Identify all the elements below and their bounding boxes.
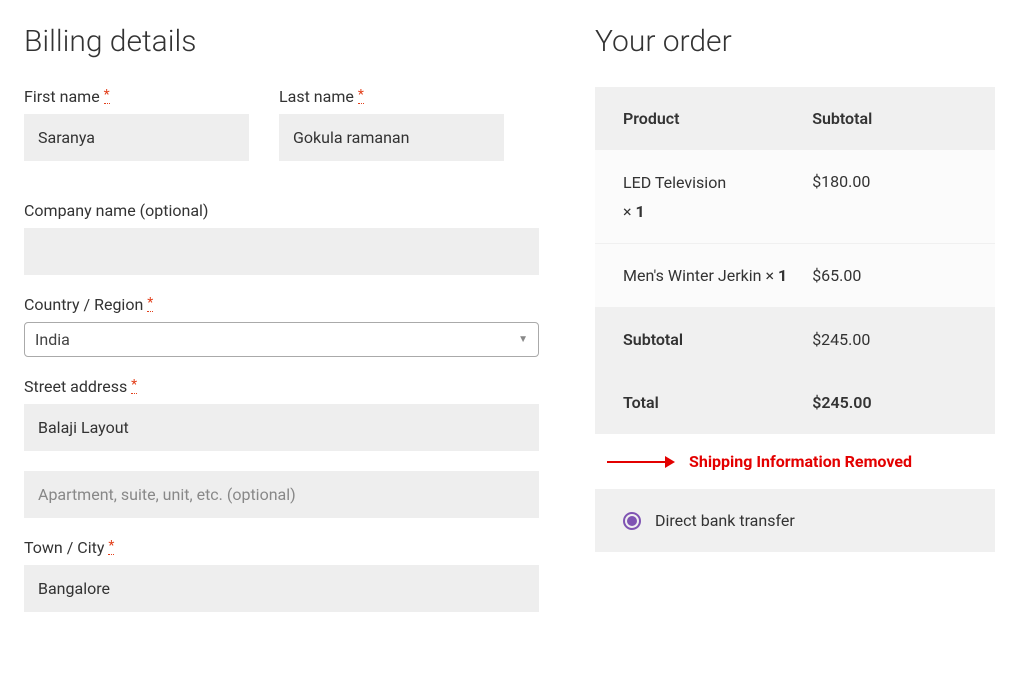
arrow-right-icon xyxy=(605,454,675,470)
street-address-input-2[interactable] xyxy=(24,471,539,518)
order-total-row: Total $245.00 xyxy=(595,371,995,434)
country-label: Country / Region * xyxy=(24,295,539,314)
country-select[interactable]: India ▼ xyxy=(24,322,539,357)
required-asterisk: * xyxy=(131,377,137,394)
order-item-qty: × 1 xyxy=(765,266,787,285)
last-name-label-text: Last name xyxy=(279,87,354,106)
order-total-value: $245.00 xyxy=(812,393,967,412)
required-asterisk: * xyxy=(147,295,153,312)
order-item-product: Men's Winter Jerkin × 1 xyxy=(623,266,812,285)
country-select-wrapper: India ▼ xyxy=(24,322,539,357)
annotation-text: Shipping Information Removed xyxy=(689,452,912,471)
country-label-text: Country / Region xyxy=(24,295,143,314)
order-table: Product Subtotal LED Television × 1 $180… xyxy=(595,87,995,434)
order-item-row: Men's Winter Jerkin × 1 $65.00 xyxy=(595,244,995,308)
last-name-input[interactable] xyxy=(279,114,504,161)
order-header-subtotal: Subtotal xyxy=(812,109,967,128)
street-address-label: Street address * xyxy=(24,377,539,396)
payment-methods-box: Direct bank transfer xyxy=(595,489,995,552)
your-order-section: Your order Product Subtotal LED Televisi… xyxy=(595,24,995,632)
city-label: Town / City * xyxy=(24,538,539,557)
order-item-price: $180.00 xyxy=(812,172,967,221)
city-label-text: Town / City xyxy=(24,538,104,557)
last-name-label: Last name * xyxy=(279,87,504,106)
chevron-down-icon: ▼ xyxy=(518,334,528,345)
street-address-2-group xyxy=(24,471,539,518)
order-header-row: Product Subtotal xyxy=(595,87,995,150)
city-group: Town / City * xyxy=(24,538,539,612)
order-item-name: LED Television xyxy=(623,172,812,194)
order-item-product: LED Television × 1 xyxy=(623,172,812,221)
country-group: Country / Region * India ▼ xyxy=(24,295,539,357)
first-name-group: First name * xyxy=(24,87,249,161)
billing-heading: Billing details xyxy=(24,24,539,59)
first-name-input[interactable] xyxy=(24,114,249,161)
payment-option-direct-bank[interactable]: Direct bank transfer xyxy=(623,511,967,530)
required-asterisk: * xyxy=(358,87,364,104)
last-name-group: Last name * xyxy=(279,87,504,161)
order-subtotal-value: $245.00 xyxy=(812,330,967,349)
radio-dot xyxy=(627,516,637,526)
order-heading: Your order xyxy=(595,24,995,59)
billing-details-section: Billing details First name * Last name *… xyxy=(24,24,539,632)
payment-option-label: Direct bank transfer xyxy=(655,511,795,530)
street-address-label-text: Street address xyxy=(24,377,127,396)
city-input[interactable] xyxy=(24,565,539,612)
order-item-row: LED Television × 1 $180.00 xyxy=(595,150,995,244)
street-address-group: Street address * xyxy=(24,377,539,451)
street-address-input-1[interactable] xyxy=(24,404,539,451)
country-selected-text: India xyxy=(35,330,70,349)
radio-selected-icon[interactable] xyxy=(623,512,641,530)
order-subtotal-row: Subtotal $245.00 xyxy=(595,308,995,371)
first-name-label: First name * xyxy=(24,87,249,106)
first-name-label-text: First name xyxy=(24,87,100,106)
order-total-label: Total xyxy=(623,393,812,412)
required-asterisk: * xyxy=(108,538,114,555)
company-name-label: Company name (optional) xyxy=(24,201,539,220)
annotation-callout: Shipping Information Removed xyxy=(605,452,995,471)
order-subtotal-label: Subtotal xyxy=(623,330,812,349)
order-item-price: $65.00 xyxy=(812,266,967,285)
order-header-product: Product xyxy=(623,109,812,128)
company-name-group: Company name (optional) xyxy=(24,201,539,275)
order-item-name: Men's Winter Jerkin xyxy=(623,266,761,285)
order-item-qty: × 1 xyxy=(623,202,645,221)
required-asterisk: * xyxy=(104,87,110,104)
company-name-input[interactable] xyxy=(24,228,539,275)
